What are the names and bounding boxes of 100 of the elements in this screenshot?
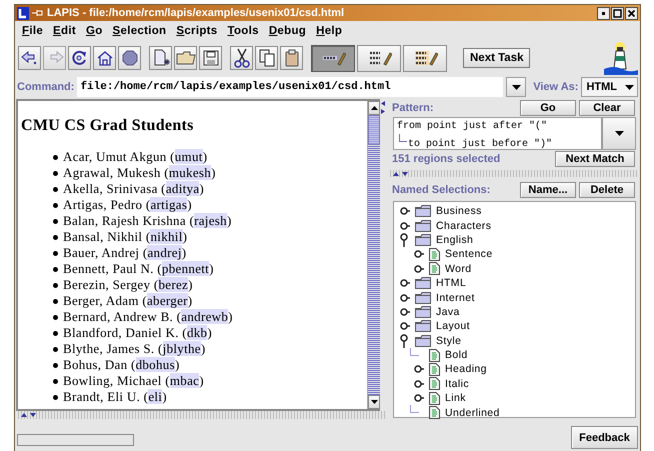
go-button[interactable]: Go: [520, 100, 576, 116]
folder-icon: [415, 292, 431, 304]
paste-button[interactable]: [280, 46, 303, 70]
tree-item[interactable]: Style: [436, 334, 462, 347]
command-field[interactable]: file:/home/rcm/lapis/examples/usenix01/csd.html: [77, 77, 504, 97]
reload-button[interactable]: [68, 46, 91, 70]
collapsed-handle-icon[interactable]: [400, 222, 410, 230]
home-button[interactable]: [93, 46, 116, 70]
tree-item[interactable]: Italic: [445, 378, 469, 390]
clear-button[interactable]: Clear: [579, 100, 635, 116]
tree-item[interactable]: Word: [445, 262, 472, 275]
tree-item[interactable]: Link: [445, 392, 466, 404]
lighthouse-icon: [602, 41, 638, 75]
student-entry: Akella, Srinivasa (aditya): [63, 181, 204, 197]
bullet-icon: [53, 218, 58, 224]
vertical-scrollbar[interactable]: [367, 101, 380, 409]
tree-item[interactable]: Layout: [436, 320, 470, 332]
collapsed-handle-icon[interactable]: [414, 380, 424, 388]
pattern-field[interactable]: from point just after "(" to point just before ")": [393, 117, 602, 150]
open-button[interactable]: [174, 46, 197, 70]
stop-icon: [122, 50, 138, 66]
new-button[interactable]: [149, 46, 172, 70]
collapsed-handle-icon[interactable]: [400, 207, 410, 216]
student-entry: Bauer, Andrej (andrej): [63, 245, 186, 261]
window-title: LAPIS - file:/home/rcm/lapis/examples/usenix01/csd.html: [47, 7, 346, 19]
menu-item[interactable]: Edit: [48, 25, 81, 37]
menu-item[interactable]: Debug: [264, 25, 312, 37]
tree-item[interactable]: Java: [436, 306, 460, 318]
menu-item[interactable]: Help: [311, 25, 348, 37]
tree-item[interactable]: Business: [436, 205, 482, 218]
document-icon: [429, 392, 440, 405]
minimize-icon[interactable]: [597, 6, 610, 20]
copy-button[interactable]: [255, 46, 278, 70]
pattern-dropdown-button[interactable]: [602, 117, 636, 150]
bullet-icon: [53, 170, 58, 176]
delete-button[interactable]: Delete: [579, 182, 635, 198]
bullet-icon: [53, 186, 58, 192]
folder-icon: [415, 220, 431, 232]
collapsed-handle-icon[interactable]: [414, 264, 424, 273]
tree-item[interactable]: Heading: [445, 363, 487, 376]
student-entry: Acar, Umut Akgun (umut): [63, 149, 208, 165]
menu-item[interactable]: Scripts: [171, 25, 222, 37]
pattern-label: Pattern:: [392, 102, 435, 114]
splitter-arrows-icon[interactable]: [392, 170, 410, 176]
bullet-icon: [53, 314, 58, 320]
menu-item[interactable]: Tools: [222, 25, 264, 37]
collapsed-handle-icon[interactable]: [400, 308, 410, 316]
name-button[interactable]: Name...: [520, 182, 576, 198]
student-entry: Agrawal, Mukesh (mukesh): [63, 165, 216, 181]
bullet-icon: [53, 330, 58, 336]
collapsed-handle-icon[interactable]: [400, 279, 410, 288]
tree-item[interactable]: English: [436, 234, 474, 246]
tree-item[interactable]: Sentence: [445, 248, 493, 260]
collapsed-handle-icon[interactable]: [414, 250, 424, 258]
close-icon[interactable]: [625, 6, 638, 20]
next-match-button[interactable]: Next Match: [555, 151, 635, 167]
bullet-icon: [53, 154, 58, 160]
reload-icon: [70, 50, 88, 66]
pin-icon[interactable]: [32, 8, 44, 18]
tree-item[interactable]: Bold: [445, 349, 468, 362]
menu-item[interactable]: File: [17, 25, 48, 37]
student-entry: Bowling, Michael (mbac): [63, 373, 204, 389]
collapsed-handle-icon[interactable]: [400, 322, 410, 330]
document-icon: [429, 348, 440, 362]
expanded-handle-icon[interactable]: [400, 334, 410, 348]
student-entry: Bernard, Andrew B. (andrewb): [63, 309, 233, 325]
view-as-dropdown[interactable]: HTML: [581, 77, 638, 97]
tree-item[interactable]: HTML: [436, 277, 466, 290]
collapsed-handle-icon[interactable]: [414, 394, 424, 402]
maximize-icon[interactable]: [611, 6, 624, 20]
splitter-arrows-icon[interactable]: [381, 101, 385, 115]
home-icon: [96, 50, 114, 66]
folder-icon: [415, 277, 431, 290]
collapsed-handle-icon[interactable]: [414, 365, 424, 374]
back-button[interactable]: [18, 46, 41, 70]
stop-button[interactable]: [118, 46, 141, 70]
student-entry: Blandford, Daniel K. (dkb): [63, 325, 212, 341]
document-icon: [429, 248, 440, 261]
selection-mode-button[interactable]: [403, 44, 447, 72]
menu-item[interactable]: Go: [80, 25, 108, 37]
cut-button[interactable]: [230, 46, 253, 70]
selection-mode-button[interactable]: [357, 44, 401, 72]
tree-item[interactable]: Characters: [436, 220, 492, 232]
scroll-thumb[interactable]: [368, 115, 380, 145]
folder-icon: [415, 234, 431, 246]
bullet-icon: [53, 202, 58, 208]
expanded-handle-icon[interactable]: [400, 232, 410, 247]
menu-item[interactable]: Selection: [108, 25, 172, 37]
tree-item[interactable]: Underlined: [445, 406, 500, 419]
tree-item[interactable]: Internet: [436, 292, 475, 304]
save-button[interactable]: [199, 46, 222, 70]
bullet-icon: [53, 282, 58, 288]
history-dropdown-button[interactable]: [506, 77, 526, 97]
copy-icon: [258, 49, 276, 67]
student-entry: Bansal, Nikhil (nikhil): [63, 229, 188, 245]
command-label: Command:: [17, 81, 74, 93]
feedback-button[interactable]: Feedback: [571, 426, 638, 449]
collapsed-handle-icon[interactable]: [400, 294, 410, 302]
next-task-button[interactable]: Next Task: [463, 48, 530, 68]
splitter-arrows-icon[interactable]: [20, 412, 38, 418]
